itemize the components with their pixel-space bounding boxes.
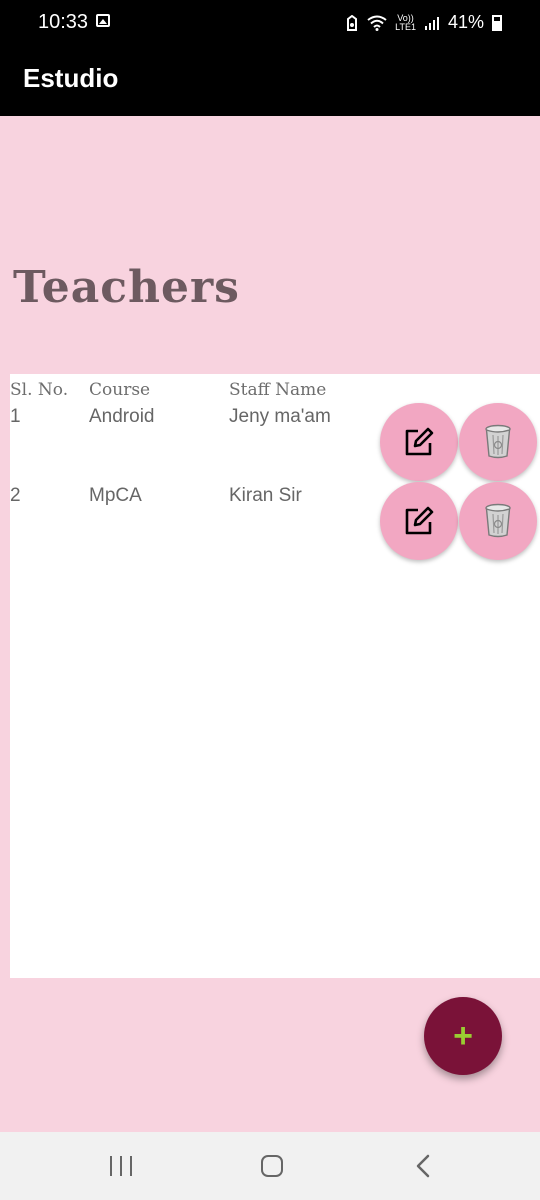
teachers-table: Sl. No. Course Staff Name 1 Android Jeny… — [10, 374, 540, 978]
table-row: 1 Android Jeny ma'am — [10, 403, 540, 486]
edit-icon — [405, 506, 434, 535]
delete-button[interactable] — [459, 482, 537, 560]
app-bar: Estudio — [0, 46, 540, 116]
trash-bin-icon — [485, 503, 511, 538]
table-row: 2 MpCA Kiran Sir — [10, 482, 540, 565]
data-saver-icon — [347, 14, 358, 31]
trash-bin-icon — [485, 424, 511, 459]
edit-icon — [405, 427, 434, 456]
recents-icon-bar — [110, 1156, 112, 1176]
wifi-icon — [367, 15, 387, 31]
header-course: Course — [89, 380, 151, 400]
status-time: 10:33 — [38, 11, 89, 33]
cell-course: MpCA — [89, 485, 142, 506]
back-button[interactable] — [414, 1154, 432, 1178]
header-staff-name: Staff Name — [229, 380, 327, 400]
cell-staff-name: Kiran Sir — [229, 485, 302, 506]
lte-label: LTE1 — [395, 21, 416, 32]
signal-icon — [424, 16, 439, 30]
cell-sl-no: 1 — [10, 406, 21, 427]
status-indicators: Vo)) LTE1 41% — [345, 12, 502, 33]
status-bar: 10:33 Vo)) LTE1 41% — [0, 0, 540, 46]
recents-button[interactable] — [110, 1156, 132, 1176]
cell-course: Android — [89, 406, 155, 427]
plus-icon: + — [453, 1017, 473, 1055]
add-teacher-button[interactable]: + — [424, 997, 502, 1075]
app-title: Estudio — [23, 63, 119, 93]
page-title: Teachers — [13, 262, 240, 313]
gallery-notification-icon — [96, 14, 110, 27]
battery-icon — [492, 14, 502, 31]
edit-button[interactable] — [380, 403, 458, 481]
cell-sl-no: 2 — [10, 485, 21, 506]
volte-indicator: Vo)) LTE1 — [395, 13, 416, 32]
recents-icon-bar — [130, 1156, 132, 1176]
edit-button[interactable] — [380, 482, 458, 560]
battery-percent: 41% — [447, 12, 484, 32]
delete-button[interactable] — [459, 403, 537, 481]
header-sl-no: Sl. No. — [10, 380, 69, 400]
cell-staff-name: Jeny ma'am — [229, 406, 331, 427]
recents-icon-bar — [120, 1156, 122, 1176]
table-header: Sl. No. Course Staff Name — [10, 378, 540, 402]
system-nav-bar — [0, 1132, 540, 1200]
home-button[interactable] — [261, 1155, 283, 1177]
